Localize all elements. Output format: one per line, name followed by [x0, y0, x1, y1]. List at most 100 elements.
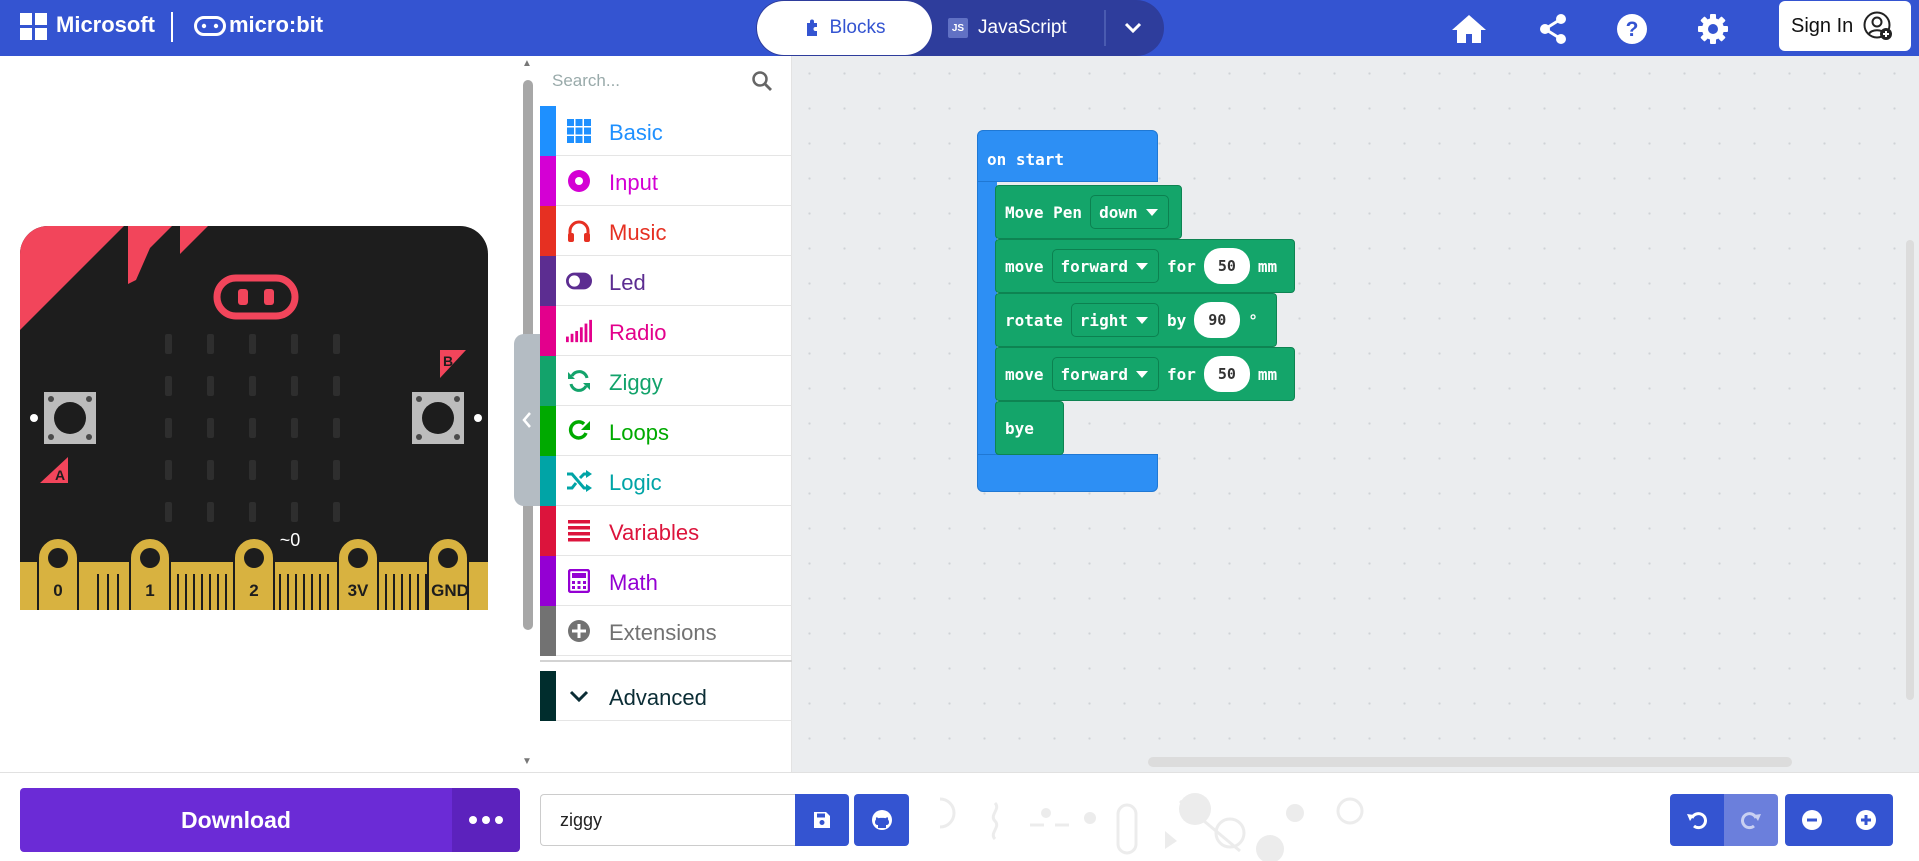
- on-start-block-footer: [977, 454, 1158, 492]
- microbit-label[interactable]: micro:bit: [229, 12, 323, 38]
- search-icon[interactable]: [751, 70, 773, 92]
- dropdown-arrow-icon: [1135, 316, 1148, 324]
- block-text: by: [1166, 310, 1187, 330]
- category-label: Ziggy: [609, 370, 663, 395]
- workspace-horizontal-scrollbar[interactable]: [1148, 757, 1792, 767]
- toolbox-category-advanced[interactable]: Advanced: [540, 671, 792, 721]
- save-icon: [814, 812, 830, 828]
- help-button[interactable]: ?: [1611, 8, 1653, 50]
- tab-javascript[interactable]: JS JavaScript: [948, 1, 1094, 55]
- zoom-in-button[interactable]: [1839, 794, 1893, 846]
- toolbox-category-loops[interactable]: Loops: [540, 406, 792, 456]
- pin-gnd-label: GND: [431, 581, 469, 600]
- brand-separator: [171, 12, 173, 42]
- category-label: Loops: [609, 420, 669, 445]
- svg-text:A: A: [55, 467, 65, 483]
- block-text: move: [1005, 364, 1044, 384]
- project-name-input[interactable]: [540, 794, 796, 846]
- category-color-strip: [540, 156, 556, 206]
- microsoft-label[interactable]: Microsoft: [56, 12, 155, 38]
- category-color-strip: [540, 306, 556, 356]
- zoom-in-icon: [1856, 810, 1876, 830]
- help-icon: ?: [1617, 14, 1647, 44]
- editor-menu-button[interactable]: [1106, 1, 1160, 55]
- toolbox-category-led[interactable]: Led: [540, 256, 792, 306]
- redo-button[interactable]: [1724, 794, 1778, 846]
- move-pen-block[interactable]: Move Pen down: [995, 185, 1182, 239]
- save-button[interactable]: [795, 794, 849, 846]
- rotate-block[interactable]: rotate right by 90 °: [995, 293, 1277, 347]
- toolbox-category-music[interactable]: Music: [540, 206, 792, 256]
- category-color-strip: [540, 671, 556, 721]
- logic-category-icon: [566, 469, 592, 493]
- button-b[interactable]: [412, 392, 464, 444]
- javascript-icon: JS: [948, 18, 968, 38]
- angle-number-input[interactable]: 90: [1194, 302, 1241, 338]
- block-text: Move Pen: [1005, 202, 1083, 222]
- download-button[interactable]: Download: [20, 788, 452, 852]
- bye-block[interactable]: bye: [995, 401, 1064, 455]
- scroll-up-arrow-icon[interactable]: ▲: [522, 58, 532, 69]
- category-color-strip: [540, 406, 556, 456]
- rotate-direction-dropdown[interactable]: right: [1070, 303, 1159, 337]
- input-category-icon: [566, 169, 592, 193]
- tab-blocks-label: Blocks: [829, 17, 886, 38]
- toolbox-category-basic[interactable]: Basic: [540, 106, 792, 156]
- move-block[interactable]: move forward for 50 mm: [995, 347, 1295, 401]
- toolbox-category-ziggy[interactable]: Ziggy: [540, 356, 792, 406]
- collapse-simulator-button[interactable]: [514, 334, 540, 506]
- scroll-down-arrow-icon[interactable]: ▼: [522, 756, 532, 767]
- settings-button[interactable]: [1692, 8, 1734, 50]
- category-label: Variables: [609, 520, 700, 545]
- toolbox-category-math[interactable]: Math: [540, 556, 792, 606]
- category-color-strip: [540, 256, 556, 306]
- puzzle-icon: [806, 19, 817, 36]
- search-input[interactable]: [552, 65, 742, 97]
- download-options-button[interactable]: [452, 788, 520, 852]
- move-direction-dropdown[interactable]: forward: [1051, 357, 1159, 391]
- sign-in-button[interactable]: Sign In: [1779, 1, 1911, 51]
- share-icon: [1540, 14, 1566, 44]
- microbit-simulator[interactable]: A B 0 1 2 3V GND ~0: [20, 226, 488, 610]
- distance-number-input[interactable]: 50: [1203, 248, 1250, 284]
- tab-blocks[interactable]: Blocks: [757, 1, 932, 55]
- toolbox: Basic Input Music Led Radio Ziggy Loops Logic Va…: [540, 56, 792, 772]
- on-start-block[interactable]: on start: [977, 130, 1158, 182]
- ziggy-category-icon: [566, 369, 592, 393]
- home-button[interactable]: [1448, 8, 1490, 50]
- toolbox-category-variables[interactable]: Variables: [540, 506, 792, 556]
- download-label: Download: [181, 806, 291, 833]
- block-text: °: [1248, 310, 1258, 330]
- on-start-block-body: [977, 180, 997, 455]
- chevron-down-icon: [1124, 22, 1142, 34]
- blocks-workspace[interactable]: [792, 56, 1919, 772]
- pen-direction-dropdown[interactable]: down: [1090, 195, 1169, 229]
- pin-0-label: 0: [53, 581, 62, 600]
- settings-icon: [1698, 14, 1728, 44]
- on-start-label: on start: [987, 150, 1065, 169]
- undo-button[interactable]: [1670, 794, 1724, 846]
- toolbox-category-logic[interactable]: Logic: [540, 456, 792, 506]
- microsoft-logo-icon[interactable]: [20, 13, 47, 40]
- share-button[interactable]: [1532, 8, 1574, 50]
- toolbox-category-input[interactable]: Input: [540, 156, 792, 206]
- pin-2-label: 2: [249, 581, 258, 600]
- category-label: Led: [609, 270, 646, 295]
- category-label: Math: [609, 570, 658, 595]
- redo-icon: [1741, 812, 1761, 830]
- move-direction-dropdown[interactable]: forward: [1051, 249, 1159, 283]
- microbit-logo-icon[interactable]: [194, 16, 226, 36]
- toolbox-category-radio[interactable]: Radio: [540, 306, 792, 356]
- dropdown-arrow-icon: [1145, 208, 1158, 216]
- move-block[interactable]: move forward for 50 mm: [995, 239, 1295, 293]
- workspace-vertical-scrollbar[interactable]: [1906, 240, 1914, 700]
- category-label: Music: [609, 220, 667, 245]
- distance-number-input[interactable]: 50: [1203, 356, 1250, 392]
- chevron-down-icon: [566, 684, 592, 708]
- toolbox-category-extensions[interactable]: Extensions: [540, 606, 792, 656]
- github-button[interactable]: [854, 794, 909, 846]
- user-add-icon: [1863, 11, 1893, 40]
- dropdown-value: down: [1099, 202, 1138, 222]
- zoom-out-button[interactable]: [1785, 794, 1839, 846]
- button-a[interactable]: [44, 392, 96, 444]
